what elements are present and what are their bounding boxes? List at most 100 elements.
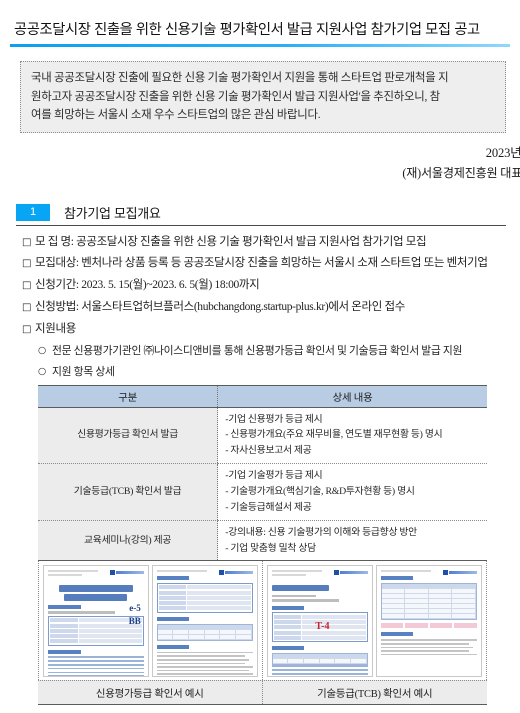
thumb-data-table bbox=[380, 583, 477, 621]
thumb-notes-block bbox=[156, 651, 253, 676]
table-header-row: 구분 상세 내용 bbox=[38, 385, 487, 408]
list-item-label: 신청기간: 2023. 5. 15(월)~2023. 6. 5(월) 18:00… bbox=[35, 279, 260, 292]
thumb-meta-line bbox=[48, 573, 83, 576]
title-divider bbox=[10, 44, 510, 48]
thumb-meta-line bbox=[380, 570, 431, 573]
credit-grade-value-1: e-5 bbox=[129, 603, 141, 614]
preview-cell-tech-certificate: T-4 bbox=[262, 561, 486, 681]
sub-list-item-label: 전문 신용평가기관인 ㈜나이스디앤비를 통해 신용평가등급 확인서 및 기술등급… bbox=[52, 345, 463, 358]
circle-bullet-icon: ○ bbox=[38, 345, 46, 357]
table-cell-category: 교육세미나(강의) 제공 bbox=[38, 520, 218, 562]
sub-list-item-label: 지원 항목 상세 bbox=[52, 365, 115, 378]
section-heading-1: 1 참가기업 모집개요 bbox=[16, 203, 506, 226]
thumb-text-line bbox=[48, 611, 116, 614]
certificate-page-thumbnail bbox=[375, 565, 482, 678]
thumb-section-bar bbox=[48, 649, 81, 654]
checkbox-square-icon: □ bbox=[22, 258, 32, 270]
detail-line: - 신용평가개요(주요 재무비율, 연도별 재무현황 등) 명시 bbox=[225, 429, 443, 441]
thumb-notes-block bbox=[380, 639, 477, 656]
list-item-label: 모집대상: 벤처나라 상품 등록 등 공공조달시장 진출을 희망하는 서울시 소… bbox=[35, 257, 488, 270]
thumb-meta-line bbox=[271, 570, 322, 573]
section-number-badge: 1 bbox=[16, 203, 50, 221]
nice-logo-icon bbox=[218, 570, 253, 576]
thumb-section-bar bbox=[156, 576, 190, 581]
certificate-page-thumbnail bbox=[151, 565, 258, 678]
thumb-meta-line bbox=[271, 573, 307, 576]
checkbox-square-icon: □ bbox=[22, 302, 32, 314]
table-cell-details: -기업 기술평가 등급 제시 - 기술평가개요(핵심기술, R&D투자현황 등)… bbox=[217, 463, 487, 521]
list-item: □ 지원내용 bbox=[22, 322, 514, 337]
thumb-section-bar bbox=[156, 616, 190, 621]
checkbox-square-icon: □ bbox=[22, 280, 32, 292]
detail-line: -기업 기술평가 등급 제시 bbox=[225, 470, 323, 482]
list-item: □ 모 집 명: 공공조달시장 진출을 위한 신용 기술 평가확인서 발급 지원… bbox=[22, 235, 514, 250]
nice-logo-icon bbox=[443, 570, 477, 576]
intro-line-2: 원하고자 공공조달시장 진출을 위한 신용 기술 평가확인서 발급 지원사업'을… bbox=[31, 90, 440, 103]
support-detail-table: 구분 상세 내용 신용평가등급 확인서 발급 -기업 신용평가 등급 제시 - … bbox=[38, 385, 487, 562]
table-cell-category: 신용평가등급 확인서 발급 bbox=[38, 407, 218, 465]
thumb-data-table bbox=[271, 653, 368, 666]
detail-line: - 기술평가개요(핵심기술, R&D투자현황 등) 명시 bbox=[225, 485, 415, 497]
table-row: 신용평가등급 확인서 발급 -기업 신용평가 등급 제시 - 신용평가개요(주요… bbox=[38, 407, 487, 465]
thumb-info-box bbox=[156, 582, 253, 613]
nice-logo-icon bbox=[333, 570, 368, 576]
detail-line: -기업 신용평가 등급 제시 bbox=[225, 413, 323, 425]
list-item-label: 지원내용 bbox=[35, 323, 76, 336]
page-title: 공공조달시장 진출을 위한 신용기술 평가확인서 발급 지원사업 참가기업 모집… bbox=[14, 22, 480, 38]
detail-line: - 기업 맞춤형 밀착 상담 bbox=[225, 542, 316, 554]
intro-line-1: 국내 공공조달시장 진출에 필요한 신용 기술 평가확인서 지원을 통해 스타트… bbox=[31, 72, 449, 85]
list-item-label: 모 집 명: 공공조달시장 진출을 위한 신용 기술 평가확인서 발급 지원사업… bbox=[35, 235, 427, 248]
detail-line: - 자사신용보고서 제공 bbox=[225, 445, 312, 457]
list-item: □ 신청기간: 2023. 5. 15(월)~2023. 6. 5(월) 18:… bbox=[22, 278, 514, 293]
credit-grade-value-2: BB bbox=[128, 616, 141, 627]
thumb-section-bar bbox=[380, 632, 414, 637]
table-cell-details: -기업 신용평가 등급 제시 - 신용평가개요(주요 재무비율, 연도별 재무현… bbox=[217, 407, 487, 465]
thumb-data-table bbox=[156, 623, 253, 641]
thumb-text-line bbox=[271, 599, 339, 602]
intro-line-3: 여를 희망하는 서울시 소재 우수 스타트업의 많은 관심 바랍니다. bbox=[31, 109, 321, 122]
sub-list-item: ○ 지원 항목 상세 bbox=[38, 365, 514, 379]
preview-caption-row: 신용평가등급 확인서 예시 기술등급(TCB) 확인서 예시 bbox=[38, 680, 487, 705]
thumb-section-bar bbox=[380, 576, 414, 581]
preview-cell-credit-certificate: e-5 BB bbox=[39, 561, 263, 681]
thumb-doc-heading bbox=[58, 584, 134, 592]
caption-tech-certificate: 기술등급(TCB) 확인서 예시 bbox=[317, 688, 433, 700]
signature-block: 2023년 5월 (재)서울경제진흥원 대표이사 bbox=[0, 142, 520, 181]
detail-line: - 기술등급해설서 제공 bbox=[225, 501, 312, 513]
section-title-text: 참가기업 모집개요 bbox=[64, 205, 161, 221]
certificate-preview-gallery: e-5 BB T-4 bbox=[38, 561, 487, 681]
checkbox-square-icon: □ bbox=[22, 324, 32, 336]
list-item: □ 모집대상: 벤처나라 상품 등록 등 공공조달시장 진출을 희망하는 서울시… bbox=[22, 256, 514, 271]
thumb-highlight-row bbox=[380, 623, 477, 629]
certificate-page-thumbnail: T-4 bbox=[266, 565, 373, 678]
table-row: 기술등급(TCB) 확인서 발급 -기업 기술평가 등급 제시 - 기술평가개요… bbox=[38, 463, 487, 521]
thumb-meta-line bbox=[156, 570, 207, 573]
table-cell-details: -강의내용: 신용 기술평가의 이해와 등급향상 방안 - 기업 맞춤형 밀착 … bbox=[217, 520, 487, 562]
thumb-section-bar bbox=[271, 646, 305, 651]
thumb-doc-heading bbox=[64, 593, 128, 601]
circle-bullet-icon: ○ bbox=[38, 365, 46, 377]
detail-line: -강의내용: 신용 기술평가의 이해와 등급향상 방안 bbox=[225, 526, 417, 538]
column-header-category: 구분 bbox=[38, 385, 218, 408]
thumb-section-bar bbox=[156, 644, 190, 649]
signature-date: 2023년 5월 bbox=[485, 145, 520, 160]
intro-notice-box: 국내 공공조달시장 진출에 필요한 신용 기술 평가확인서 지원을 통해 스타트… bbox=[20, 61, 506, 133]
certificate-page-thumbnail: e-5 BB bbox=[43, 565, 149, 678]
thumb-notes-block bbox=[48, 656, 144, 677]
list-item-label: 신청방법: 서울스타트업허브플러스(hubchangdong.startup-p… bbox=[35, 301, 405, 314]
thumb-doc-heading bbox=[271, 584, 330, 591]
table-cell-category: 기술등급(TCB) 확인서 발급 bbox=[38, 463, 218, 521]
nice-logo-icon bbox=[109, 570, 144, 576]
thumb-section-bar bbox=[271, 605, 305, 610]
thumb-text-line bbox=[271, 594, 316, 598]
thumb-section-bar bbox=[48, 604, 81, 609]
sub-list-item: ○ 전문 신용평가기관인 ㈜나이스디앤비를 통해 신용평가등급 확인서 및 기술… bbox=[38, 344, 514, 358]
list-item: □ 신청방법: 서울스타트업허브플러스(hubchangdong.startup… bbox=[22, 300, 514, 315]
thumb-notes-block bbox=[271, 665, 368, 676]
signature-organization: (재)서울경제진흥원 대표이사 bbox=[402, 165, 520, 180]
recruitment-overview-list: □ 모 집 명: 공공조달시장 진출을 위한 신용 기술 평가확인서 발급 지원… bbox=[0, 235, 520, 379]
column-header-details: 상세 내용 bbox=[217, 385, 487, 408]
checkbox-square-icon: □ bbox=[22, 236, 32, 248]
document-header: 공공조달시장 진출을 위한 신용기술 평가확인서 발급 지원사업 참가기업 모집… bbox=[0, 0, 520, 39]
thumb-meta-line bbox=[48, 570, 98, 573]
